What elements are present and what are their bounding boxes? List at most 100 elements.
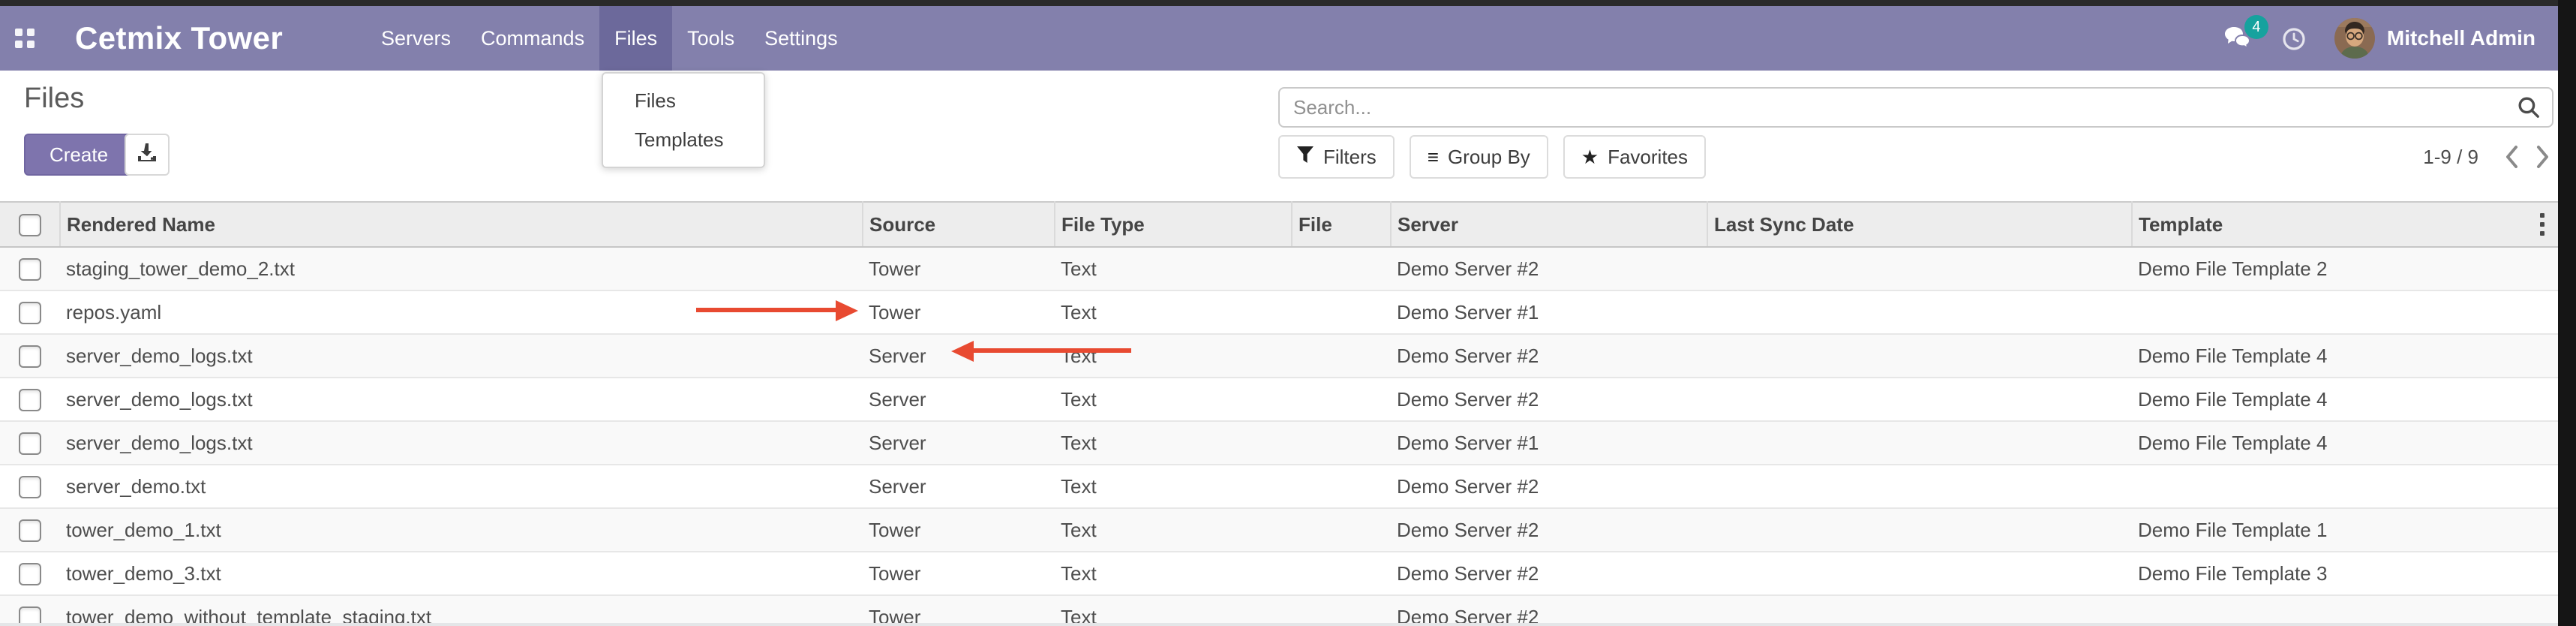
cell-file-type[interactable]: Text (1055, 465, 1292, 508)
row-checkbox[interactable] (19, 432, 41, 455)
row-select-cell[interactable] (0, 465, 60, 508)
row-select-cell[interactable] (0, 421, 60, 465)
cell-file[interactable] (1292, 421, 1391, 465)
table-row[interactable]: staging_tower_demo_2.txtTowerTextDemo Se… (0, 247, 2558, 290)
nav-item-settings[interactable]: Settings (749, 6, 853, 71)
cell-source[interactable]: Tower (863, 552, 1055, 595)
nav-item-tools[interactable]: Tools (672, 6, 749, 71)
cell-last-sync-date[interactable] (1707, 465, 2132, 508)
cell-template[interactable] (2132, 290, 2558, 334)
cell-file[interactable] (1292, 595, 1391, 626)
cell-server[interactable]: Demo Server #2 (1391, 552, 1707, 595)
brand-title[interactable]: Cetmix Tower (75, 6, 283, 71)
cell-file-type[interactable]: Text (1055, 552, 1292, 595)
cell-template[interactable]: Demo File Template 4 (2132, 421, 2558, 465)
cell-server[interactable]: Demo Server #2 (1391, 334, 1707, 378)
cell-server[interactable]: Demo Server #1 (1391, 421, 1707, 465)
cell-last-sync-date[interactable] (1707, 508, 2132, 552)
cell-file-type[interactable]: Text (1055, 290, 1292, 334)
cell-file-type[interactable]: Text (1055, 421, 1292, 465)
cell-server[interactable]: Demo Server #2 (1391, 378, 1707, 421)
cell-last-sync-date[interactable] (1707, 290, 2132, 334)
cell-template[interactable]: Demo File Template 1 (2132, 508, 2558, 552)
user-menu[interactable]: Mitchell Admin (2387, 26, 2535, 50)
cell-last-sync-date[interactable] (1707, 334, 2132, 378)
search-icon[interactable] (2517, 96, 2540, 125)
column-header-file-type[interactable]: File Type (1055, 202, 1292, 247)
row-select-cell[interactable] (0, 334, 60, 378)
cell-file-type[interactable]: Text (1055, 247, 1292, 290)
row-select-cell[interactable] (0, 552, 60, 595)
cell-template[interactable] (2132, 595, 2558, 626)
cell-rendered-name[interactable]: server_demo.txt (60, 465, 863, 508)
cell-source[interactable]: Tower (863, 595, 1055, 626)
cell-file-type[interactable]: Text (1055, 508, 1292, 552)
favorites-button[interactable]: ★ Favorites (1563, 135, 1706, 179)
table-row[interactable]: tower_demo_1.txtTowerText Demo Server #2 D… (0, 508, 2558, 552)
cell-file[interactable] (1292, 508, 1391, 552)
row-select-cell[interactable] (0, 595, 60, 626)
activities-button[interactable] (2274, 6, 2319, 71)
select-all-checkbox[interactable] (19, 214, 41, 236)
cell-template[interactable]: Demo File Template 2 (2132, 247, 2558, 290)
cell-server[interactable]: Demo Server #2 (1391, 595, 1707, 626)
column-header-file[interactable]: File (1292, 202, 1391, 247)
cell-file[interactable] (1292, 247, 1391, 290)
cell-template[interactable]: Demo File Template 4 (2132, 334, 2558, 378)
table-row[interactable]: tower_demo_without_template_staging.txtT… (0, 595, 2558, 626)
row-select-cell[interactable] (0, 508, 60, 552)
cell-rendered-name[interactable]: server_demo_logs.txt (60, 378, 863, 421)
cell-rendered-name[interactable]: server_demo_logs.txt (60, 334, 863, 378)
row-checkbox[interactable] (19, 258, 41, 281)
row-checkbox[interactable] (19, 302, 41, 324)
column-header-template[interactable]: Template (2132, 202, 2558, 247)
column-header-server[interactable]: Server (1391, 202, 1707, 247)
cell-rendered-name[interactable]: tower_demo_3.txt (60, 552, 863, 595)
cell-source[interactable]: Server (863, 378, 1055, 421)
row-select-cell[interactable] (0, 378, 60, 421)
group-by-button[interactable]: ≡ Group By (1410, 135, 1548, 179)
cell-server[interactable]: Demo Server #1 (1391, 290, 1707, 334)
cell-server[interactable]: Demo Server #2 (1391, 508, 1707, 552)
column-header-last-sync-date[interactable]: Last Sync Date (1707, 202, 2132, 247)
nav-item-files[interactable]: Files (599, 6, 672, 71)
row-checkbox[interactable] (19, 476, 41, 498)
user-avatar[interactable] (2334, 18, 2375, 59)
row-checkbox[interactable] (19, 389, 41, 411)
table-row[interactable]: repos.yamlTowerTextDemo Server #1 (0, 290, 2558, 334)
cell-file[interactable] (1292, 465, 1391, 508)
table-row[interactable]: server_demo_logs.txtServerText Demo Serve… (0, 378, 2558, 421)
search-input[interactable] (1278, 87, 2553, 128)
table-row[interactable]: server_demo_logs.txtServerText Demo Serve… (0, 421, 2558, 465)
column-header-rendered-name[interactable]: Rendered Name (60, 202, 863, 247)
dropdown-item-files[interactable]: Files (603, 81, 764, 120)
create-button[interactable]: Create (24, 134, 134, 176)
table-row[interactable]: server_demo.txtServerText Demo Server #2 (0, 465, 2558, 508)
cell-file[interactable] (1292, 378, 1391, 421)
cell-file[interactable] (1292, 290, 1391, 334)
cell-server[interactable]: Demo Server #2 (1391, 465, 1707, 508)
column-header-source[interactable]: Source (863, 202, 1055, 247)
nav-item-commands[interactable]: Commands (466, 6, 599, 71)
cell-file-type[interactable]: Text (1055, 595, 1292, 626)
cell-last-sync-date[interactable] (1707, 247, 2132, 290)
cell-source[interactable]: Server (863, 465, 1055, 508)
cell-source[interactable]: Server (863, 421, 1055, 465)
cell-rendered-name[interactable]: server_demo_logs.txt (60, 421, 863, 465)
cell-rendered-name[interactable]: tower_demo_1.txt (60, 508, 863, 552)
cell-source[interactable]: Tower (863, 508, 1055, 552)
cell-server[interactable]: Demo Server #2 (1391, 247, 1707, 290)
cell-template[interactable]: Demo File Template 4 (2132, 378, 2558, 421)
cell-last-sync-date[interactable] (1707, 421, 2132, 465)
cell-last-sync-date[interactable] (1707, 552, 2132, 595)
row-checkbox[interactable] (19, 563, 41, 585)
cell-source[interactable]: Tower (863, 290, 1055, 334)
dropdown-item-templates[interactable]: Templates (603, 120, 764, 159)
cell-last-sync-date[interactable] (1707, 595, 2132, 626)
table-row[interactable]: tower_demo_3.txtTowerTextDemo Server #2D… (0, 552, 2558, 595)
filters-button[interactable]: Filters (1278, 135, 1395, 179)
cell-file-type[interactable]: Text (1055, 378, 1292, 421)
cell-file[interactable] (1292, 552, 1391, 595)
cell-source[interactable]: Tower (863, 247, 1055, 290)
messages-button[interactable]: 4 (2223, 6, 2274, 71)
